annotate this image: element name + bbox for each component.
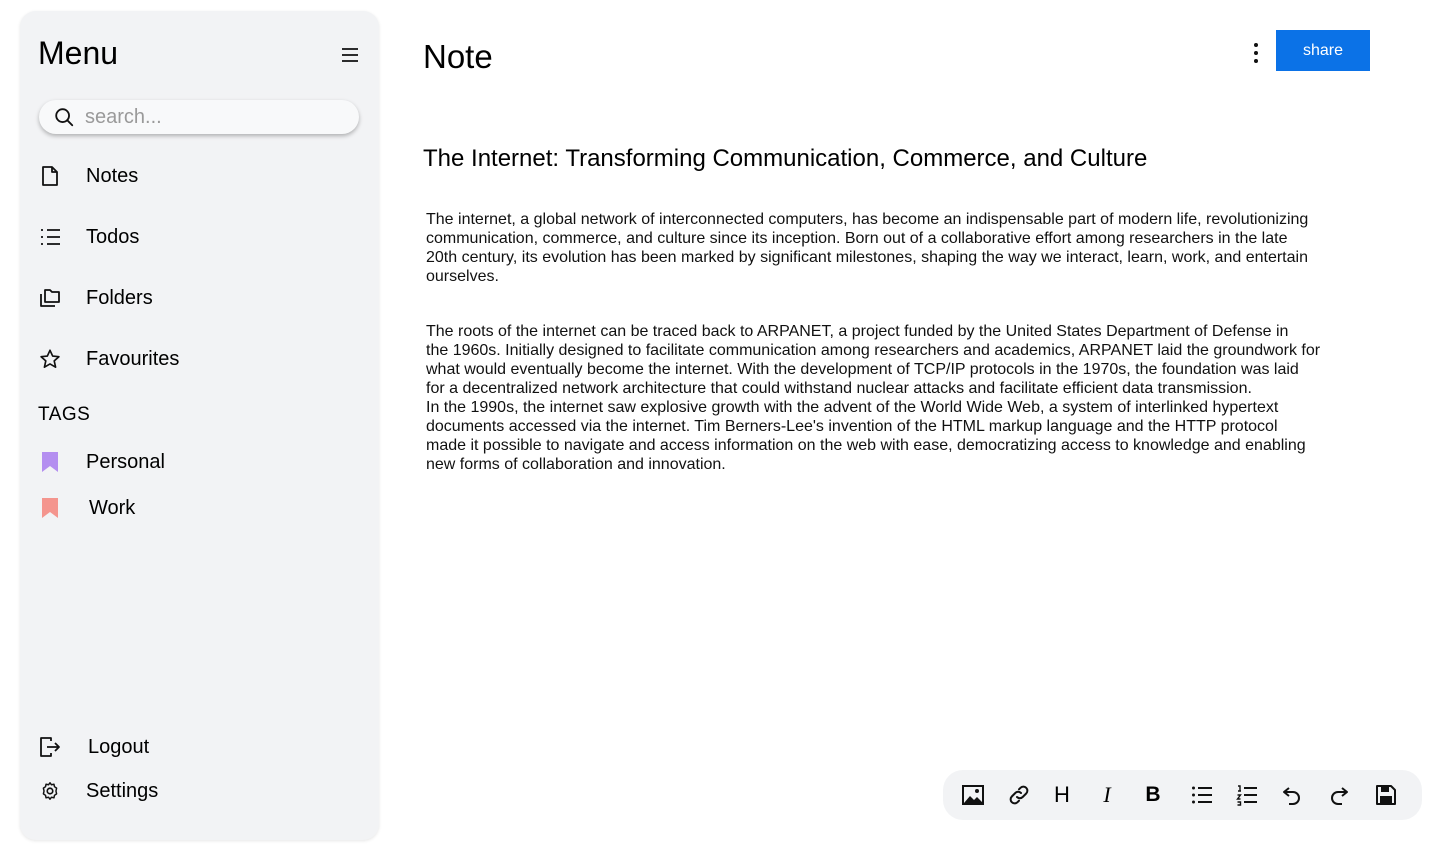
numbered-list-button[interactable] [1235,783,1259,807]
insert-link-button[interactable] [1007,783,1031,807]
bullet-list-button[interactable] [1190,783,1214,807]
sidebar: Menu Notes Todos Folders Favourites TAGS [20,11,379,840]
tag-item-work[interactable]: Work [38,492,135,524]
bookmark-icon [38,496,62,520]
redo-button[interactable] [1327,783,1351,807]
redo-icon [1331,787,1348,805]
search-input[interactable] [83,104,337,130]
sidebar-item-folders[interactable]: Folders [38,282,153,314]
sidebar-item-todos[interactable]: Todos [38,221,139,253]
insert-image-button[interactable] [961,783,985,807]
italic-icon: I [1103,782,1111,807]
italic-button[interactable]: I [1095,782,1119,807]
more-options-icon[interactable] [1244,40,1268,66]
settings-button[interactable]: Settings [38,775,158,807]
heading-button[interactable]: H [1050,782,1074,807]
hamburger-menu-icon[interactable] [338,43,362,67]
share-button[interactable]: share [1276,30,1370,71]
sidebar-item-label: Notes [86,164,139,187]
document-paragraph[interactable]: The internet, a global network of interc… [426,210,1386,286]
undo-button[interactable] [1280,783,1304,807]
sidebar-item-notes[interactable]: Notes [38,160,138,192]
list-icon [38,225,62,249]
sidebar-item-label: Favourites [86,347,180,370]
image-icon [962,785,984,805]
bold-button[interactable]: B [1141,783,1165,807]
folders-icon [38,286,62,310]
tag-label: Work [89,496,136,519]
tags-heading: TAGS [38,404,91,425]
save-icon [1376,785,1396,805]
sidebar-item-favourites[interactable]: Favourites [38,343,179,375]
document-title[interactable]: The Internet: Transforming Communication… [423,145,1147,173]
editor-toolbar: H I B [943,770,1422,820]
link-icon [1009,785,1029,805]
bullet-list-icon [1192,786,1212,804]
save-button[interactable] [1374,783,1398,807]
tag-item-personal[interactable]: Personal [38,446,165,478]
logout-button[interactable]: Logout [38,731,149,763]
sidebar-item-label: Folders [86,286,153,309]
menu-title: Menu [38,35,119,71]
undo-icon [1283,787,1300,805]
settings-label: Settings [86,779,159,802]
logout-icon [38,735,62,759]
star-icon [38,347,62,371]
heading-icon: H [1054,782,1070,807]
search-icon [55,108,74,127]
tag-label: Personal [86,450,165,473]
numbered-list-icon [1236,785,1257,806]
bold-icon: B [1145,783,1161,806]
gear-icon [38,779,62,803]
bookmark-icon [38,450,62,474]
document-paragraph[interactable]: The roots of the internet can be traced … [426,322,1386,474]
file-icon [38,164,62,188]
page-title: Note [423,38,493,75]
sidebar-item-label: Todos [86,225,140,248]
search-box[interactable] [39,100,359,134]
logout-label: Logout [88,735,150,758]
